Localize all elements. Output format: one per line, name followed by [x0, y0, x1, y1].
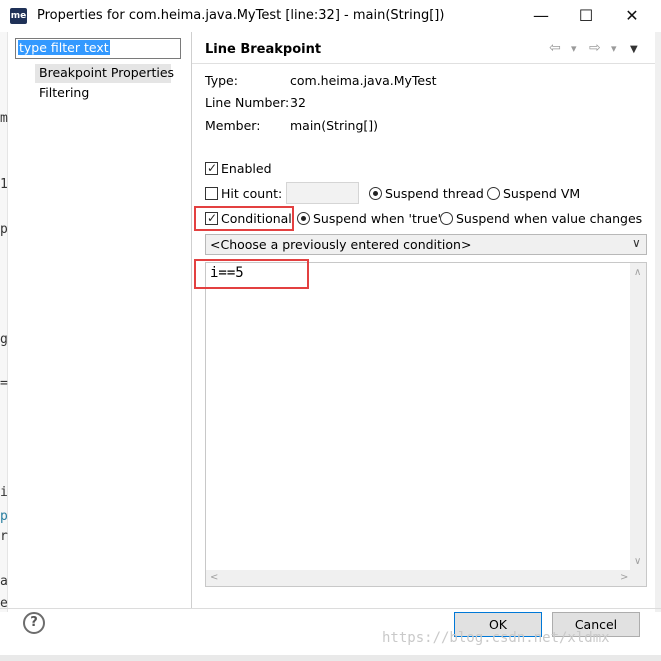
scroll-down-icon[interactable]: ∨ [634, 556, 641, 567]
background-editor-char: r [0, 529, 8, 544]
background-window-edge [655, 32, 661, 612]
background-editor-char: p [0, 509, 8, 524]
suspend-when-changes-label: Suspend when value changes [456, 211, 643, 226]
scroll-right-icon[interactable]: > [620, 572, 628, 583]
line-number-label: Line Number: [205, 95, 290, 110]
background-editor-char: g [0, 332, 8, 347]
footer-separator [0, 608, 661, 609]
suspend-thread-radio[interactable] [369, 187, 382, 200]
suspend-when-true-radio[interactable] [297, 212, 310, 225]
scroll-up-icon[interactable]: ∧ [634, 267, 641, 278]
line-number-value: 32 [290, 95, 306, 110]
panel-divider[interactable] [191, 32, 192, 608]
window-title: Properties for com.heima.java.MyTest [li… [37, 8, 445, 23]
suspend-when-changes-radio[interactable] [440, 212, 453, 225]
hit-count-checkbox[interactable] [205, 187, 218, 200]
background-editor-char: = [0, 376, 8, 391]
filter-input-text: type filter text [18, 40, 110, 55]
background-window-edge [0, 655, 661, 661]
type-value: com.heima.java.MyTest [290, 73, 437, 88]
back-menu-icon[interactable]: ▾ [571, 42, 577, 55]
hit-count-input[interactable] [286, 182, 359, 204]
back-arrow-icon[interactable]: ⇦ [549, 40, 561, 56]
view-menu-icon[interactable]: ▼ [630, 44, 638, 55]
watermark: https://blog.csdn.net/xldmx [382, 630, 610, 646]
background-editor-char: m [0, 111, 8, 126]
maximize-button[interactable]: ☐ [563, 0, 609, 31]
chevron-down-icon[interactable]: ∨ [632, 236, 641, 250]
highlight-box-expression [194, 259, 309, 289]
enabled-checkbox[interactable] [205, 161, 218, 175]
background-editor-char: p [0, 222, 8, 237]
close-button[interactable]: ✕ [609, 0, 655, 31]
hit-count-label: Hit count: [221, 186, 283, 201]
suspend-vm-label: Suspend VM [503, 186, 581, 201]
suspend-when-true-label: Suspend when 'true' [313, 211, 442, 226]
suspend-thread-label: Suspend thread [385, 186, 484, 201]
title-bar: me Properties for com.heima.java.MyTest … [0, 0, 661, 31]
scroll-left-icon[interactable]: < [210, 572, 218, 583]
enabled-label: Enabled [221, 161, 272, 176]
background-editor-char: 1 [0, 177, 8, 192]
page-tree-panel [8, 32, 191, 608]
tree-item-breakpoint-properties[interactable]: Breakpoint Properties [35, 64, 174, 83]
page-title: Line Breakpoint [205, 42, 322, 57]
app-icon: me [10, 8, 27, 24]
background-editor-char: a [0, 574, 8, 589]
member-value: main(String[]) [290, 118, 379, 133]
forward-arrow-icon[interactable]: ⇨ [589, 40, 601, 56]
filter-input[interactable]: type filter text [15, 38, 181, 59]
horizontal-scrollbar[interactable] [206, 570, 646, 586]
vertical-scrollbar[interactable] [630, 263, 646, 570]
header-separator [192, 63, 655, 64]
minimize-button[interactable]: — [518, 0, 564, 31]
type-label: Type: [205, 73, 238, 88]
suspend-vm-radio[interactable] [487, 187, 500, 200]
condition-history-text: <Choose a previously entered condition> [210, 237, 472, 252]
help-icon[interactable]: ? [23, 612, 45, 634]
member-label: Member: [205, 118, 261, 133]
condition-editor[interactable] [205, 262, 647, 587]
background-editor-char: i [0, 485, 8, 500]
highlight-box-conditional [194, 206, 294, 231]
forward-menu-icon[interactable]: ▾ [611, 42, 617, 55]
tree-item-filtering[interactable]: Filtering [39, 85, 89, 100]
